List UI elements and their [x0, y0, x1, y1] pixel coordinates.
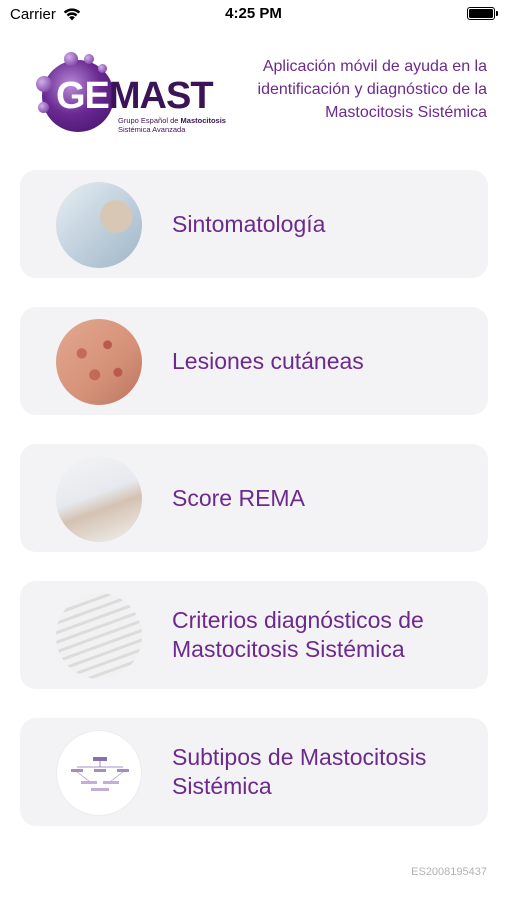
doctor-writing-photo: [56, 456, 142, 542]
menu-item-lesiones-cutaneas[interactable]: Lesiones cutáneas: [20, 307, 488, 415]
main-menu: Sintomatología Lesiones cutáneas Score R…: [20, 170, 488, 855]
menu-item-subtipos[interactable]: Subtipos de Mastocitosis Sistémica: [20, 718, 488, 826]
menu-item-criterios-diagnosticos[interactable]: Criterios diagnósticos de Mastocitosis S…: [20, 581, 488, 689]
clock-time: 4:25 PM: [225, 5, 282, 22]
writing-criteria-photo: [56, 593, 142, 679]
registration-code: ES2008195437: [411, 866, 487, 878]
menu-item-label: Sintomatología: [172, 210, 326, 237]
menu-item-label: Score REMA: [172, 484, 305, 511]
subtypes-diagram: [56, 730, 142, 816]
menu-item-score-rema[interactable]: Score REMA: [20, 444, 488, 552]
menu-item-label: Subtipos de Mastocitosis Sistémica: [172, 744, 427, 799]
status-bar: Carrier 4:25 PM: [0, 0, 507, 28]
doctor-patient-photo: [56, 182, 142, 268]
menu-item-label: Criterios diagnósticos de Mastocitosis S…: [172, 607, 424, 662]
gemast-logo: GEMAST Grupo Español de Mastocitosis Sis…: [34, 52, 234, 142]
menu-item-label: Lesiones cutáneas: [172, 347, 364, 374]
battery-icon: [467, 7, 498, 20]
menu-item-sintomatologia[interactable]: Sintomatología: [20, 170, 488, 278]
skin-lesions-photo: [56, 319, 142, 405]
app-description: Aplicación móvil de ayuda en la identifi…: [257, 58, 487, 121]
